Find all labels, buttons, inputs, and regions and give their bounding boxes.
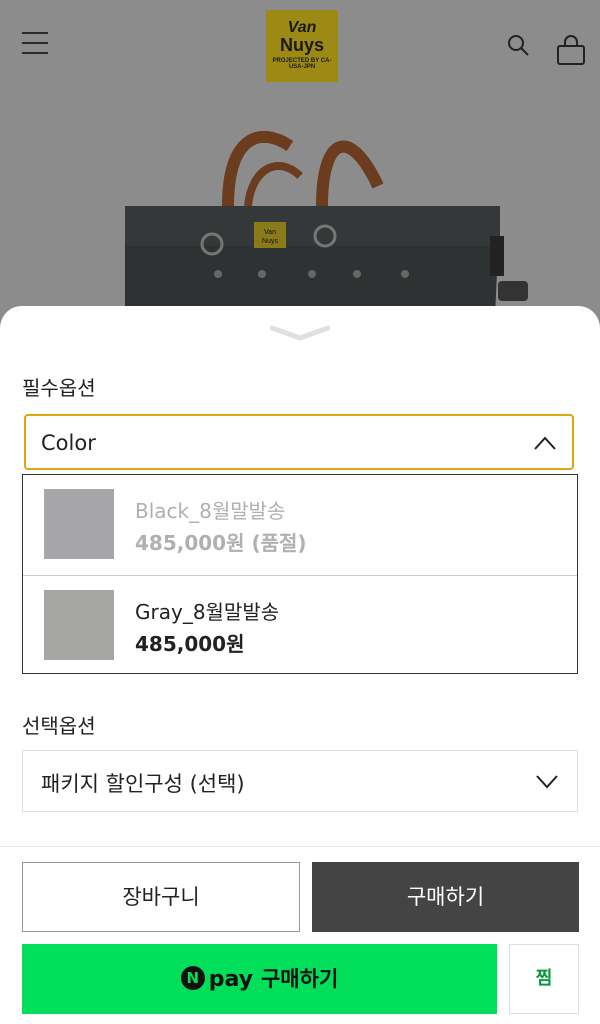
npay-buy-button[interactable]: Npay 구매하기 xyxy=(22,944,497,1014)
package-select-value: 패키지 할인구성 (선택) xyxy=(41,772,245,796)
option-price: 485,000원 xyxy=(135,632,245,656)
color-select-dropdown[interactable]: Color xyxy=(24,414,574,470)
hamburger-menu-icon[interactable] xyxy=(22,32,48,54)
package-select-dropdown[interactable]: 패키지 할인구성 (선택) xyxy=(22,750,578,812)
naver-n-icon: N xyxy=(180,966,205,990)
shopping-bag-icon[interactable] xyxy=(555,34,587,66)
color-option-gray[interactable]: Gray_8월말발송 485,000원 xyxy=(23,575,577,675)
add-to-cart-button[interactable]: 장바구니 xyxy=(22,862,300,932)
npay-buy-label: 구매하기 xyxy=(260,967,339,991)
option-name: Black_8월말발송 xyxy=(135,499,286,523)
divider xyxy=(0,846,600,847)
svg-text:Nuys: Nuys xyxy=(262,238,278,245)
optional-option-label: 선택옵션 xyxy=(22,714,96,738)
product-image: Van Nuys xyxy=(0,96,600,316)
option-swatch xyxy=(44,489,114,559)
search-icon[interactable] xyxy=(507,34,529,56)
color-option-black[interactable]: Black_8월말발송 485,000원 (품절) xyxy=(23,475,577,575)
option-name: Gray_8월말발송 xyxy=(135,600,280,624)
npay-pay-text: pay xyxy=(208,967,253,992)
color-option-list: Black_8월말발송 485,000원 (품절) Gray_8월말발송 485… xyxy=(22,474,578,674)
color-select-value: Color xyxy=(41,431,96,455)
chevron-down-icon xyxy=(536,775,558,789)
brand-logo[interactable]: Van Nuys PROJECTED BY CA-USA-JPN xyxy=(266,10,338,82)
required-option-label: 필수옵션 xyxy=(22,376,96,400)
buy-now-button[interactable]: 구매하기 xyxy=(312,862,579,932)
option-price: 485,000원 (품절) xyxy=(135,531,307,555)
chevron-up-icon xyxy=(534,436,556,450)
option-swatch xyxy=(44,590,114,660)
svg-text:Van: Van xyxy=(264,229,276,236)
sheet-collapse-handle-icon[interactable] xyxy=(270,324,330,344)
bag-illustration: Van Nuys xyxy=(0,96,600,316)
header: Van Nuys PROJECTED BY CA-USA-JPN xyxy=(0,0,600,96)
wishlist-button[interactable]: 찜 xyxy=(509,944,579,1014)
option-bottom-sheet: 필수옵션 Color Black_8월말발송 485,000원 (품절) Gra… xyxy=(0,306,600,1024)
